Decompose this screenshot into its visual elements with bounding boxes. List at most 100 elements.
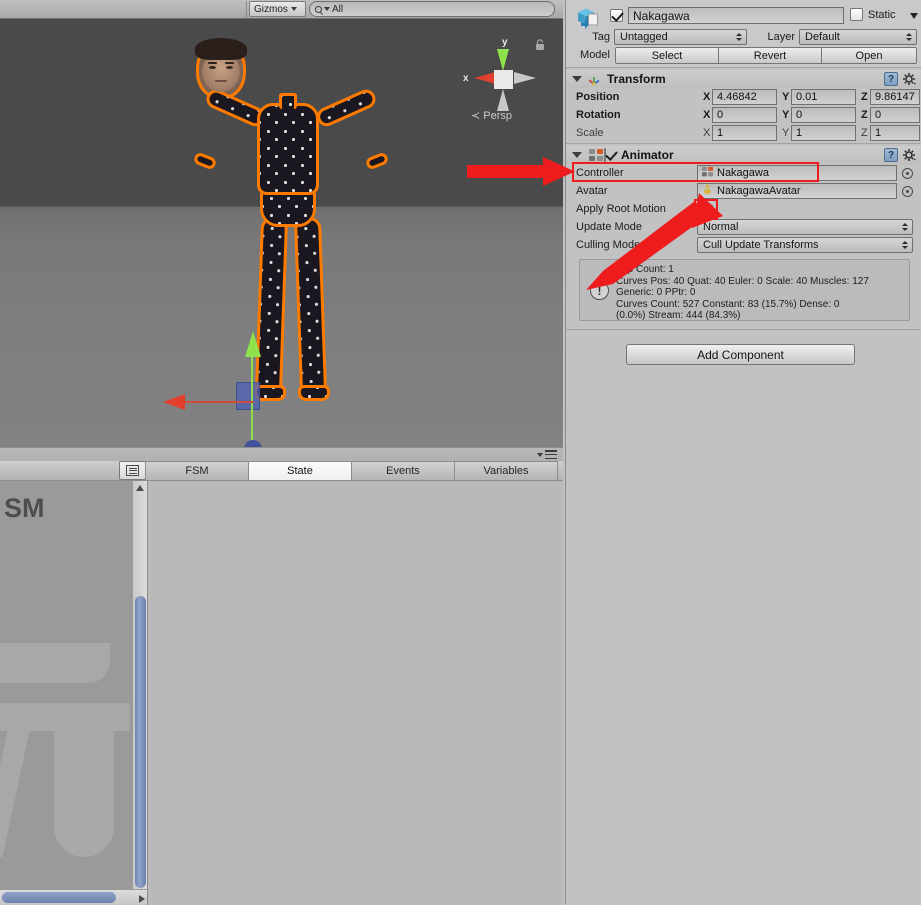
axis-z-label: Z bbox=[861, 109, 868, 121]
move-gizmo-y-axis[interactable] bbox=[251, 344, 253, 447]
perspective-toggle-label[interactable]: ≺ Persp bbox=[471, 109, 512, 122]
tab-state[interactable]: State bbox=[248, 461, 352, 480]
scrollbar-thumb[interactable] bbox=[2, 892, 116, 903]
animator-header[interactable]: Animator ? bbox=[566, 146, 921, 164]
controller-picker-button[interactable] bbox=[902, 168, 913, 179]
help-book-icon[interactable]: ? bbox=[884, 72, 898, 86]
checkbox-glyph bbox=[604, 148, 606, 162]
scene-viewport[interactable]: y x ≺ Persp bbox=[0, 19, 563, 447]
character-right-arm bbox=[314, 86, 379, 130]
panel-menu-icon[interactable] bbox=[537, 449, 559, 460]
lock-icon[interactable] bbox=[535, 39, 545, 51]
rotation-z-input[interactable]: 0 bbox=[870, 107, 920, 123]
transform-axis-icon bbox=[586, 71, 602, 87]
gameobject-name-input[interactable]: Nakagawa bbox=[628, 7, 844, 24]
help-book-icon[interactable]: ? bbox=[884, 148, 898, 162]
scale-y-input[interactable]: 1 bbox=[791, 125, 856, 141]
character-model[interactable] bbox=[192, 38, 390, 414]
scale-z-input[interactable]: 1 bbox=[870, 125, 920, 141]
add-component-area: Add Component bbox=[566, 332, 921, 378]
avatar-picker-button[interactable] bbox=[902, 186, 913, 197]
tab-fsm[interactable]: FSM bbox=[145, 461, 249, 480]
gameobject-enabled-checkbox[interactable] bbox=[610, 9, 624, 23]
static-dropdown-arrow-icon[interactable] bbox=[910, 13, 918, 19]
tab-variables[interactable]: Variables bbox=[454, 461, 558, 480]
rotation-x-input[interactable]: 0 bbox=[712, 107, 777, 123]
animator-row-avatar: Avatar NakagawaAvatar bbox=[566, 183, 921, 200]
model-label: Model bbox=[580, 49, 610, 61]
scene-view-orientation-gizmo[interactable]: y x ≺ Persp bbox=[463, 37, 547, 127]
gizmo-negy-cone[interactable] bbox=[497, 89, 509, 111]
scale-x-input[interactable]: 1 bbox=[712, 125, 777, 141]
position-z-input[interactable]: 9.86147 bbox=[870, 89, 920, 105]
character-right-hand bbox=[364, 151, 390, 171]
scroll-up-arrow-icon[interactable] bbox=[136, 485, 144, 491]
rotation-y-input[interactable]: 0 bbox=[791, 107, 856, 123]
animator-info-text: Clip Count: 1 Curves Pos: 40 Quat: 40 Eu… bbox=[616, 264, 869, 321]
position-y-input[interactable]: 0.01 bbox=[791, 89, 856, 105]
fsm-graph-view[interactable]: SM bbox=[0, 481, 148, 905]
move-gizmo-y-arrow[interactable] bbox=[245, 331, 261, 357]
controller-object-field[interactable]: Nakagawa bbox=[697, 165, 897, 181]
eyebrow-right bbox=[225, 62, 234, 64]
move-gizmo-plane-handle[interactable] bbox=[236, 382, 260, 410]
gear-icon[interactable] bbox=[902, 148, 917, 163]
tag-dropdown[interactable]: Untagged bbox=[614, 29, 747, 45]
character-right-foot bbox=[298, 385, 330, 401]
foldout-arrow-icon[interactable] bbox=[572, 76, 582, 82]
foldout-arrow-icon[interactable] bbox=[572, 152, 582, 158]
mouth bbox=[215, 80, 227, 82]
model-revert-button[interactable]: Revert bbox=[718, 47, 822, 64]
gear-icon[interactable] bbox=[902, 72, 917, 87]
scene-search-input[interactable]: All bbox=[309, 1, 555, 17]
layout-icon-button[interactable] bbox=[119, 461, 146, 480]
gameobject-name-value: Nakagawa bbox=[633, 8, 690, 23]
scroll-right-arrow-icon[interactable] bbox=[139, 895, 145, 903]
move-gizmo-x-axis[interactable] bbox=[182, 401, 254, 403]
gizmos-dropdown-button[interactable]: Gizmos bbox=[249, 1, 306, 17]
update-mode-dropdown[interactable]: Normal bbox=[697, 219, 913, 235]
scale-label: Scale bbox=[576, 127, 604, 139]
watermark-shape bbox=[0, 731, 30, 857]
position-label: Position bbox=[576, 91, 620, 103]
toolbar-separator bbox=[246, 0, 247, 18]
graph-vertical-scrollbar[interactable] bbox=[132, 481, 147, 905]
model-select-button[interactable]: Select bbox=[615, 47, 719, 64]
gizmo-negx-cone[interactable] bbox=[514, 72, 536, 84]
position-x-input[interactable]: 4.46842 bbox=[712, 89, 777, 105]
tab-events[interactable]: Events bbox=[351, 461, 455, 480]
static-checkbox[interactable] bbox=[850, 8, 864, 22]
move-gizmo-x-arrow[interactable] bbox=[163, 394, 185, 410]
graph-horizontal-scrollbar[interactable] bbox=[0, 889, 147, 905]
gizmo-y-cone[interactable] bbox=[497, 49, 509, 71]
model-open-button[interactable]: Open bbox=[821, 47, 917, 64]
avatar-object-field[interactable]: NakagawaAvatar bbox=[697, 183, 897, 199]
gizmo-x-cone[interactable] bbox=[474, 72, 496, 84]
eye-right bbox=[226, 66, 233, 69]
layer-dropdown[interactable]: Default bbox=[799, 29, 917, 45]
unity-editor-window: Gizmos All y x ≺ Persp FSM State Events … bbox=[0, 0, 921, 905]
culling-mode-label: Culling Mode bbox=[576, 239, 641, 251]
watermark-shape bbox=[0, 643, 110, 683]
animator-component: Animator ? Controller Nakagawa Avatar Na… bbox=[566, 146, 921, 330]
watermark-shape bbox=[0, 703, 130, 731]
scrollbar-thumb[interactable] bbox=[135, 596, 146, 888]
add-component-button[interactable]: Add Component bbox=[626, 344, 855, 365]
layout-icon bbox=[126, 465, 139, 476]
transform-header[interactable]: Transform ? bbox=[566, 70, 921, 88]
avatar-value: NakagawaAvatar bbox=[717, 185, 801, 197]
character-left-leg bbox=[254, 216, 289, 396]
chevron-down-icon bbox=[324, 7, 330, 11]
search-icon bbox=[315, 5, 322, 13]
animator-enabled-checkbox[interactable] bbox=[604, 148, 617, 162]
culling-mode-dropdown[interactable]: Cull Update Transforms bbox=[697, 237, 913, 253]
apply-root-motion-checkbox[interactable] bbox=[699, 201, 714, 217]
state-inspector-area[interactable] bbox=[149, 481, 563, 905]
gizmos-label: Gizmos bbox=[254, 3, 288, 15]
gizmo-center-cube[interactable] bbox=[494, 70, 513, 89]
axis-z-label: Z bbox=[861, 91, 868, 103]
scene-view-panel: Gizmos All y x ≺ Persp bbox=[0, 0, 563, 447]
eyebrow-left bbox=[208, 62, 217, 64]
gameobject-header: Nakagawa Static Tag Untagged Layer Defau… bbox=[566, 0, 921, 68]
animator-controller-icon bbox=[702, 166, 713, 180]
